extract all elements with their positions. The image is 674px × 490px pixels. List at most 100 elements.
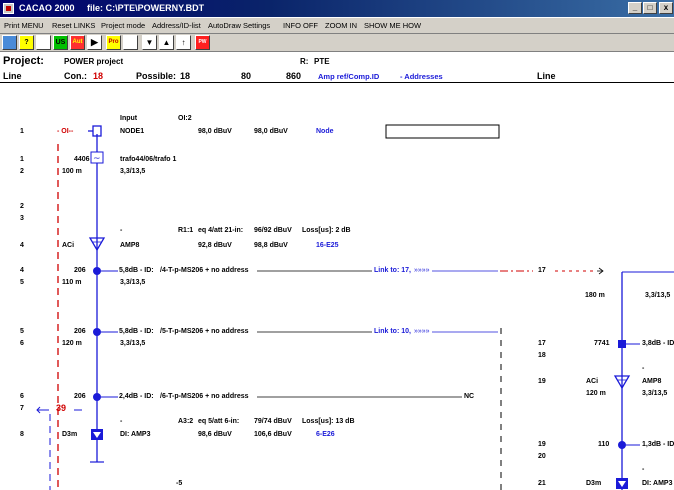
amp-level-out: 98,8 dBuV [254, 242, 288, 249]
cable-length-110: 110 m [62, 279, 82, 286]
r1-label: R1:1 [178, 227, 194, 234]
line-number-2: 2 [20, 168, 24, 175]
link-to-10[interactable]: Link to: 10, [374, 328, 411, 336]
project-name: POWER project [64, 57, 124, 66]
up-arrow-line-icon[interactable]: ↑ [176, 35, 191, 50]
toolbar: ? US Aut ▶ Pro ▼ ▲ ↑ PW [0, 34, 674, 52]
right-cable-type-2: 3,3/13,5 [642, 390, 668, 397]
in-levels: 96/92 dBuV [254, 227, 292, 234]
nc-label: NC [464, 393, 475, 400]
up-arrow-icon[interactable]: ▲ [159, 35, 174, 50]
amp-ref-e25: 16-E25 [316, 242, 339, 249]
edit-icon[interactable] [36, 35, 51, 50]
line-number-7: 7 [20, 405, 24, 412]
line-number-6: 6 [20, 340, 24, 347]
cable-type-1: 3,3/13,5 [120, 168, 146, 175]
schematic-text-layer: Input OI:2 1 - OI-- NODE1 98,0 dBuV 98,0… [0, 84, 674, 490]
line-number-5: 5 [20, 279, 24, 286]
menu-address-id-list[interactable]: Address/ID-list [152, 21, 201, 30]
cable-type-3: 3,3/13,5 [120, 340, 146, 347]
loss-label-2: Loss[us]: 13 dB [302, 418, 355, 425]
right-line-18: 18 [538, 352, 546, 359]
right-line-21: 21 [538, 480, 546, 487]
aut-button[interactable]: Aut [70, 35, 85, 50]
pw-button[interactable]: PW [195, 35, 210, 50]
file-label: file: [87, 3, 104, 13]
print-icon[interactable] [2, 35, 17, 50]
line-number-8: 8 [20, 431, 24, 438]
amp3-level-out: 106,6 dBuV [254, 431, 292, 438]
us-button[interactable]: US [53, 35, 68, 50]
menu-project-mode[interactable]: Project mode [101, 21, 145, 30]
tap-id-b: /5-T-p-MS206 + no address [160, 328, 249, 335]
cable-length-100: 100 m [62, 168, 82, 175]
tap-id-c: /6-T-p-MS206 + no address [160, 393, 249, 400]
right-dash: - [642, 365, 645, 372]
play-icon[interactable]: ▶ [87, 35, 102, 50]
right-cable-type-1: 3,3/13,5 [645, 292, 671, 299]
minimize-button[interactable]: _ [628, 2, 642, 14]
eq-att-label: eq 4/att 21-in: [198, 227, 244, 234]
minus-five: -5 [176, 480, 183, 487]
menu-autodraw-settings[interactable]: AutoDraw Settings [208, 21, 270, 30]
con-label: Con.: [64, 71, 87, 81]
link-arrows-b: »»»» [414, 328, 430, 335]
link-to-17[interactable]: Link to: 17, [374, 267, 411, 275]
pro-button[interactable]: Pro [106, 35, 121, 50]
menu-print[interactable]: Print MENU [4, 21, 44, 30]
right-cable-120: 120 m [586, 390, 606, 397]
amp-ref-e26: 6-E26 [316, 431, 335, 438]
line-number-6b: 6 [20, 393, 24, 400]
line-header-left: Line [3, 71, 22, 81]
line-number-3: 3 [20, 215, 24, 222]
menu-info-off[interactable]: INFO OFF [283, 21, 318, 30]
aci-label: ACi [62, 242, 75, 249]
input-label: Input [120, 115, 138, 122]
file-path: C:\PTE\POWERNY.BDT [105, 3, 205, 13]
menu-zoom-in[interactable]: ZOOM IN [325, 21, 357, 30]
menu-show-me-how[interactable]: SHOW ME HOW [364, 21, 421, 30]
down-arrow-icon[interactable]: ▼ [142, 35, 157, 50]
possible-label: Possible: [136, 71, 177, 81]
di-amp3-label: DI: AMP3 [120, 431, 151, 438]
oi-marker: - OI-- [57, 128, 74, 135]
line-number-2b: 2 [20, 203, 24, 210]
project-header: Project: POWER project R: PTE [0, 53, 674, 69]
tap-db-a: 5,8dB - ID: [119, 267, 154, 274]
line-number-1b: 1 [20, 156, 24, 163]
amp-level-in: 92,8 dBuV [198, 242, 232, 249]
right-tap-db-2: 1,3dB - ID [642, 441, 674, 448]
r-value: PTE [314, 57, 330, 66]
node1-label: NODE1 [120, 128, 145, 135]
in-levels-2: 79/74 dBuV [254, 418, 292, 425]
menu-reset-links[interactable]: Reset LINKS [52, 21, 95, 30]
tap-db-b: 5,8dB - ID: [119, 328, 154, 335]
freq-860: 860 [286, 71, 302, 81]
con-value: 18 [93, 71, 104, 81]
right-line-19b: 19 [538, 441, 546, 448]
line-number-1: 1 [20, 128, 24, 135]
right-dash-2: - [642, 466, 645, 473]
table-icon[interactable] [123, 35, 138, 50]
a3-label: A3:2 [178, 418, 194, 425]
line-number-4: 4 [20, 242, 24, 249]
line-header-right: Line [537, 71, 556, 81]
maximize-button[interactable]: □ [643, 2, 657, 14]
app-name: CACAO 2000 [19, 3, 75, 13]
help-button[interactable]: ? [19, 35, 34, 50]
tap-id-a: /4-T-p-MS206 + no address [160, 267, 249, 274]
right-tap-110: 110 [598, 441, 610, 448]
right-line-19: 19 [538, 378, 546, 385]
right-line-17: 17 [538, 267, 546, 274]
d3m-label: D3m [62, 431, 78, 438]
close-button[interactable]: x [659, 2, 673, 14]
dash-c: - [120, 418, 123, 425]
right-tap-db: 3,8dB - ID: [642, 340, 674, 347]
span-39: 39 [56, 403, 67, 413]
right-d3m: D3m [586, 480, 602, 487]
cable-type-2: 3,3/13,5 [120, 279, 146, 286]
column-header: Line Con.: 18 Possible: 18 80 860 Amp re… [0, 70, 674, 83]
amp8-label: AMP8 [120, 242, 140, 249]
right-cable-180: 180 m [585, 292, 605, 299]
app-icon[interactable] [3, 3, 14, 14]
